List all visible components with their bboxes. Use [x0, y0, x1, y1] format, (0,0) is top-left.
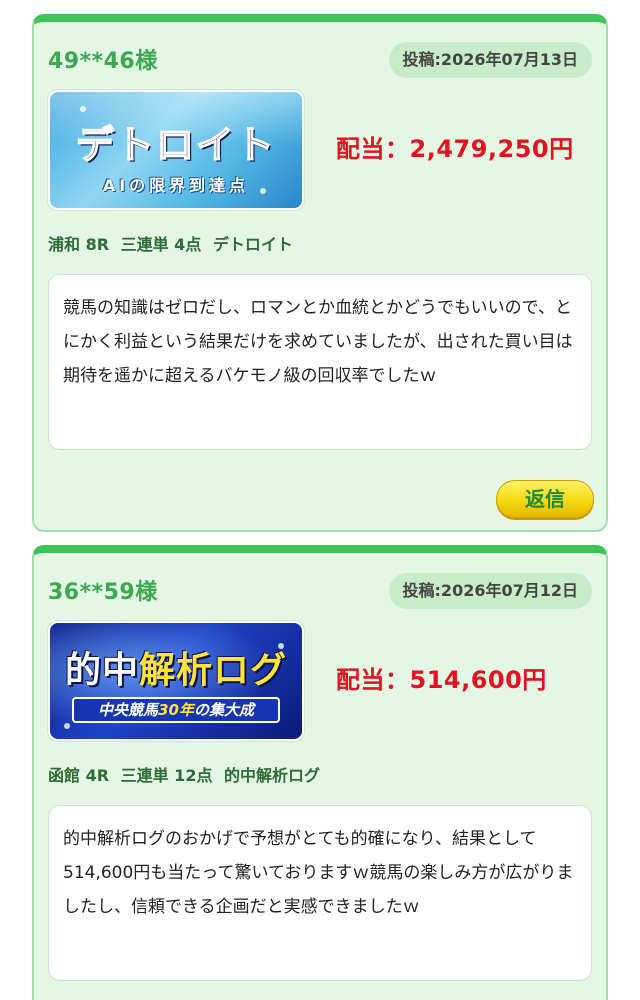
- race-venue: 函館 4R: [48, 766, 110, 785]
- race-info: 函館 4R 三連単 12点 的中解析ログ: [48, 765, 326, 787]
- review-card: 49**46様 投稿:2026年07月13日 デトロイト AIの限界到達点 配当…: [32, 14, 608, 532]
- review-card: 36**59様 投稿:2026年07月12日 的中解析ログ 中央競馬30年の集大…: [32, 545, 608, 1000]
- banner-title: デトロイト: [75, 122, 276, 168]
- banner-subtitle-highlight: 30年: [158, 701, 194, 719]
- payout-amount: 配当：514,600円: [336, 666, 547, 694]
- banner-title-highlight: 解析ログ: [139, 650, 288, 691]
- payout-amount: 配当：2,479,250円: [336, 135, 574, 163]
- banner-title-part: 的中: [64, 650, 139, 691]
- bet-type: 三連単 12点: [120, 766, 213, 785]
- bet-type: 三連単 4点: [120, 235, 202, 254]
- plan-banner-image[interactable]: 的中解析ログ 中央競馬30年の集大成: [48, 621, 304, 741]
- plan-name: 的中解析ログ: [224, 766, 321, 785]
- reply-button[interactable]: 返信: [496, 480, 594, 518]
- post-date-badge: 投稿:2026年07月12日: [388, 573, 592, 609]
- review-comment: 競馬の知識はゼロだし、ロマンとか血統とかどうでもいいので、とにかく利益という結果…: [48, 274, 592, 450]
- banner-subtitle-part: の集大成: [193, 701, 254, 719]
- sparkle-decoration: [80, 106, 86, 112]
- reviewer-name: 36**59様: [48, 580, 158, 605]
- plan-name: デトロイト: [212, 235, 293, 254]
- race-venue: 浦和 8R: [48, 235, 110, 254]
- sparkle-decoration: [64, 723, 70, 729]
- review-feed: 49**46様 投稿:2026年07月13日 デトロイト AIの限界到達点 配当…: [0, 0, 640, 1000]
- race-info: 浦和 8R 三連単 4点 デトロイト: [48, 234, 299, 256]
- banner-title: 的中解析ログ: [50, 641, 302, 693]
- banner-subtitle: 中央競馬30年の集大成: [72, 697, 280, 723]
- banner-subtitle-part: 中央競馬: [98, 701, 159, 719]
- banner-subtitle: AIの限界到達点: [102, 176, 250, 195]
- post-date-badge: 投稿:2026年07月13日: [388, 42, 592, 78]
- plan-banner-image[interactable]: デトロイト AIの限界到達点: [48, 90, 304, 210]
- reviewer-name: 49**46様: [48, 49, 158, 74]
- review-comment: 的中解析ログのおかげで予想がとても的確になり、結果として514,600円も当たっ…: [48, 805, 592, 981]
